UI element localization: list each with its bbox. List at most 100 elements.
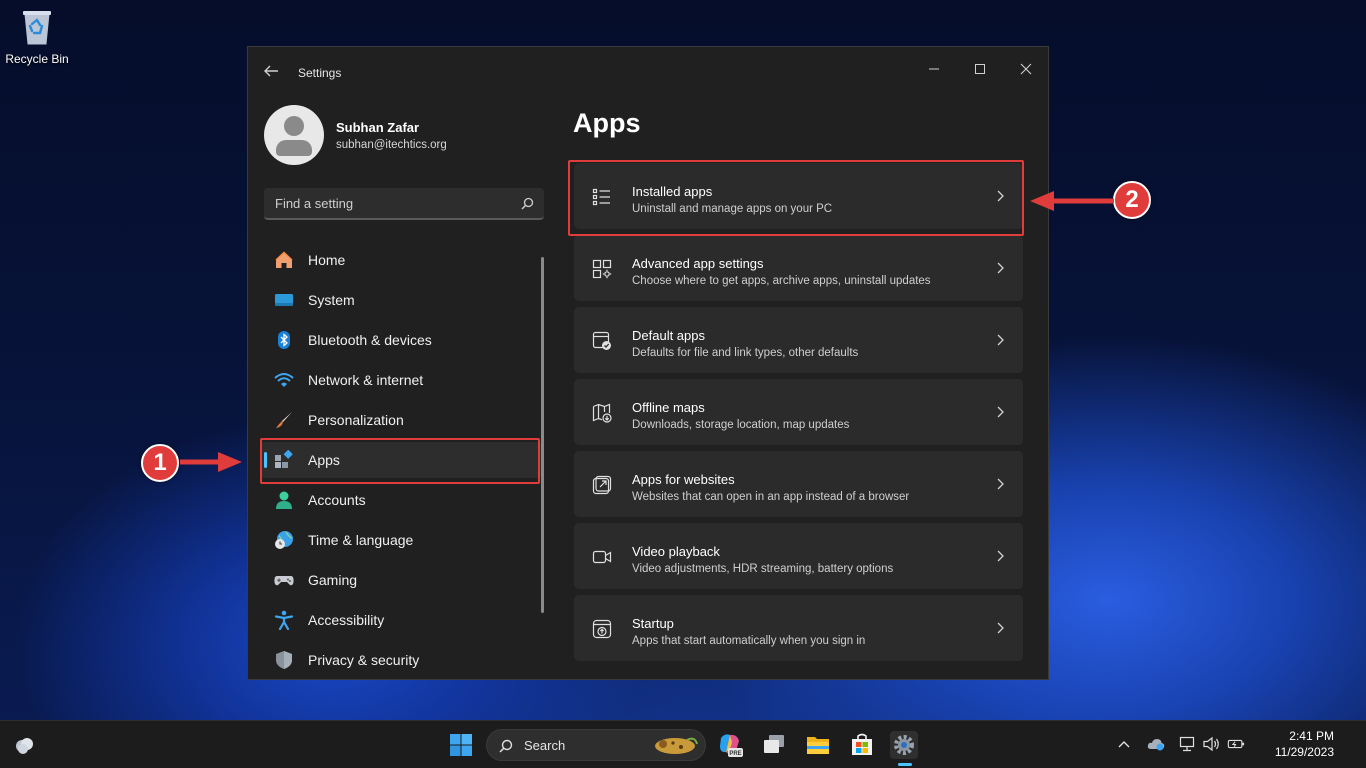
sidebar-item-label: Bluetooth & devices (308, 332, 432, 348)
brush-icon (274, 410, 294, 430)
sidebar-item-label: Home (308, 252, 346, 268)
sidebar-item-time-language[interactable]: Time & language (260, 522, 542, 558)
network-icon (1179, 736, 1195, 752)
chevron-right-icon (997, 550, 1004, 562)
clock-globe-icon (274, 530, 294, 550)
copilot-icon: PRE (720, 734, 743, 757)
accessibility-icon (274, 610, 294, 630)
find-setting-search[interactable] (264, 188, 544, 220)
card-startup[interactable]: Startup Apps that start automatically wh… (574, 595, 1023, 661)
card-apps-for-websites[interactable]: Apps for websites Websites that can open… (574, 451, 1023, 517)
title-bar: Settings (248, 47, 1048, 95)
file-explorer-app[interactable] (804, 731, 832, 759)
sidebar-item-label: Privacy & security (308, 652, 420, 668)
sidebar-item-label: System (308, 292, 355, 308)
sidebar-item-personalization[interactable]: Personalization (260, 402, 542, 438)
start-button-icon[interactable] (449, 733, 473, 757)
minimize-button[interactable] (911, 53, 957, 85)
weather-widget-icon[interactable] (12, 733, 36, 757)
sidebar-item-label: Gaming (308, 572, 358, 588)
arrow-left-icon (264, 65, 278, 77)
card-title: Startup (632, 616, 674, 631)
minimize-icon (929, 68, 939, 70)
card-description: Defaults for file and link types, other … (632, 347, 859, 359)
card-advanced-app-settings[interactable]: Advanced app settings Choose where to ge… (574, 235, 1023, 301)
search-icon[interactable] (521, 197, 534, 210)
close-button[interactable] (1003, 53, 1048, 85)
copilot-app[interactable]: PRE (716, 731, 744, 759)
shield-icon (274, 650, 294, 670)
speaker-icon (1203, 736, 1219, 752)
card-description: Apps that start automatically when you s… (632, 635, 866, 647)
card-title: Default apps (632, 328, 705, 343)
search-icon (499, 739, 513, 753)
card-description: Video adjustments, HDR streaming, batter… (632, 563, 894, 575)
card-title: Apps for websites (632, 472, 735, 487)
card-default-apps[interactable]: Default apps Defaults for file and link … (574, 307, 1023, 373)
card-video-playback[interactable]: Video playback Video adjustments, HDR st… (574, 523, 1023, 589)
highlight-apps (260, 438, 540, 484)
account-icon (274, 490, 294, 510)
card-description: Websites that can open in an app instead… (632, 491, 910, 503)
sidebar-item-home[interactable]: Home (260, 242, 542, 278)
task-view-icon (764, 735, 784, 753)
sidebar-item-accessibility[interactable]: Accessibility (260, 602, 542, 638)
battery-tray[interactable] (1227, 735, 1245, 753)
card-title: Offline maps (632, 400, 705, 415)
onedrive-tray[interactable] (1147, 735, 1165, 753)
settings-window: Settings Subhan Zafar subhan@itechtics.o… (247, 46, 1049, 680)
copilot-badge: PRE (729, 751, 741, 757)
clock-time: 2:41 PM (1289, 729, 1334, 743)
card-title: Advanced app settings (632, 256, 764, 271)
arrow-right-icon (180, 452, 242, 472)
user-email: subhan@itechtics.org (336, 139, 447, 151)
chevron-right-icon (997, 262, 1004, 274)
search-input[interactable] (264, 188, 514, 218)
arrow-left-icon (1030, 191, 1114, 211)
recycle-bin[interactable]: Recycle Bin (4, 6, 70, 66)
startup-icon (592, 619, 612, 639)
maximize-icon (975, 64, 985, 74)
avatar[interactable] (264, 105, 324, 165)
close-icon (1020, 63, 1032, 75)
sidebar-item-accounts[interactable]: Accounts (260, 482, 542, 518)
system-icon (274, 290, 294, 310)
bluetooth-icon (274, 330, 294, 350)
gear-icon (894, 735, 914, 755)
page-title: Apps (573, 108, 641, 138)
chevron-up-icon (1118, 741, 1130, 748)
maximize-button[interactable] (957, 53, 1003, 85)
sidebar-item-privacy[interactable]: Privacy & security (260, 642, 542, 678)
volume-tray[interactable] (1203, 735, 1221, 753)
sidebar-item-system[interactable]: System (260, 282, 542, 318)
recycle-bin-icon (20, 6, 54, 46)
sidebar-scrollbar[interactable] (541, 257, 544, 613)
video-icon (592, 550, 612, 564)
taskbar-search[interactable]: Search (486, 729, 706, 761)
store-app[interactable] (848, 731, 876, 759)
settings-app[interactable] (890, 731, 918, 759)
show-hidden-icons-button[interactable] (1115, 735, 1133, 753)
search-highlight-art-icon (655, 737, 698, 754)
sidebar-item-label: Network & internet (308, 372, 424, 388)
card-description: Downloads, storage location, map updates (632, 419, 850, 431)
settings-running-indicator (898, 763, 912, 766)
taskbar: Search PRE 2:41 PM 11/29/2023 (0, 720, 1366, 768)
search-label: Search (524, 738, 566, 753)
sidebar-item-network[interactable]: Network & internet (260, 362, 542, 398)
cloud-icon (1147, 739, 1165, 751)
card-offline-maps[interactable]: Offline maps Downloads, storage location… (574, 379, 1023, 445)
back-button[interactable] (262, 63, 280, 79)
default-app-icon (592, 331, 611, 350)
card-title: Video playback (632, 544, 720, 559)
task-view-app[interactable] (760, 731, 788, 759)
clock[interactable]: 2:41 PM 11/29/2023 (1256, 728, 1334, 760)
network-tray[interactable] (1179, 735, 1197, 753)
sidebar-item-bluetooth[interactable]: Bluetooth & devices (260, 322, 542, 358)
recycle-bin-label: Recycle Bin (5, 52, 69, 66)
highlight-installed-apps (568, 160, 1024, 236)
apps-settings-list: Installed apps Uninstall and manage apps… (574, 163, 1023, 667)
sidebar-item-gaming[interactable]: Gaming (260, 562, 542, 598)
sidebar-item-label: Accessibility (308, 612, 385, 628)
sidebar-item-label: Accounts (308, 492, 366, 508)
